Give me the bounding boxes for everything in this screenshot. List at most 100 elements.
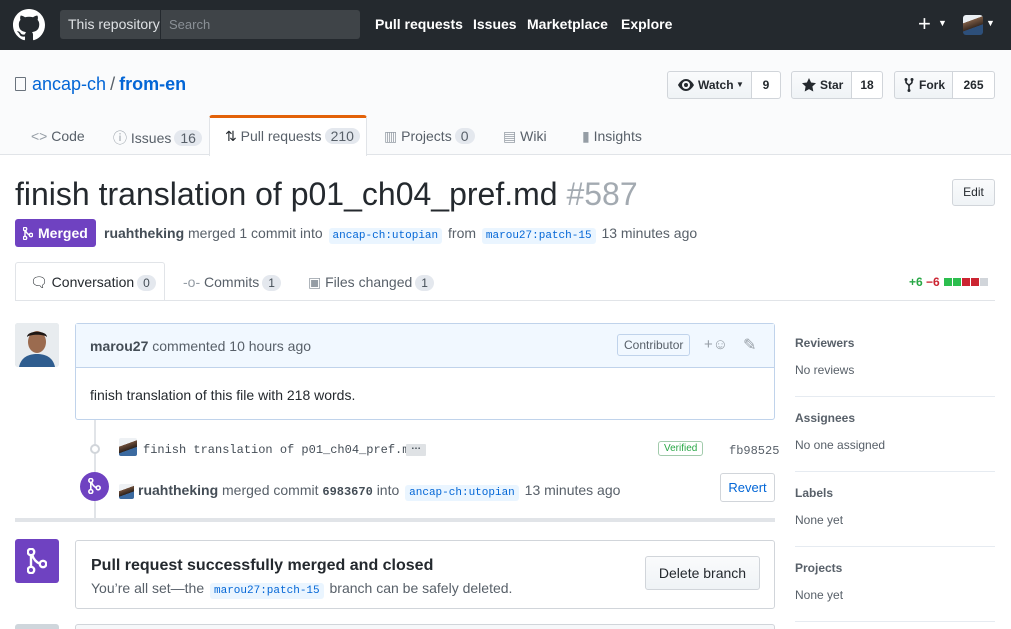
sidebar-heading[interactable]: Labels [795,486,833,500]
diffstat-block [971,278,980,286]
github-logo-icon[interactable] [13,9,45,41]
files-count: 1 [415,275,434,291]
expand-commit-button[interactable]: … [406,442,426,456]
sidebar-projects: Projects None yet [795,547,995,622]
issue-icon: ⓘ [113,130,127,146]
head-branch[interactable]: marou27:patch-15 [481,228,596,244]
nav-issues[interactable]: Issues [473,16,517,32]
merger-link[interactable]: ruahtheking [104,225,184,241]
sidebar-heading[interactable]: Assignees [795,411,855,425]
tab-commits[interactable]: -o- Commits 1 [183,274,281,291]
git-merge-icon [27,548,47,574]
merged-branch[interactable]: marou27:patch-15 [210,583,324,599]
chevron-down-icon[interactable]: ▼ [938,18,947,28]
edit-button[interactable]: Edit [952,179,995,206]
tab-insights[interactable]: ▮ Insights [582,128,642,145]
verified-badge[interactable]: Verified [658,441,704,456]
watch-button[interactable]: Watch ▼ [667,71,752,99]
pull-request-icon: ⇅ [225,128,237,144]
fork-icon [904,78,914,92]
timeline-commit: finish translation of p01_ch04_pref.md …… [90,437,780,461]
tab-conversation-label: Conversation [51,274,135,290]
repo-name-link[interactable]: from-en [119,74,186,94]
merge-actor[interactable]: ruahtheking [138,482,218,498]
comment-author-line: marou27 commented 10 hours ago [90,338,311,354]
comment-author[interactable]: marou27 [90,338,148,354]
nav-pull-requests[interactable]: Pull requests [375,16,463,32]
tab-code[interactable]: <> Code [31,128,85,144]
tab-files-label: Files changed [325,274,413,290]
nav-explore[interactable]: Explore [621,16,672,32]
status-badge: Merged [15,219,96,247]
merge-event-badge [80,472,109,501]
plus-icon[interactable]: + [918,13,931,35]
pr-number: #587 [566,176,638,212]
issues-count: 16 [174,130,202,146]
sidebar-heading[interactable]: Reviewers [795,336,854,350]
avatar[interactable] [15,323,59,367]
avatar-image [15,323,59,367]
commit-sha[interactable]: fb98525 [729,444,779,458]
sidebar-heading[interactable]: Projects [795,561,842,575]
merged-state-icon [15,539,59,583]
repo-separator: / [110,74,116,94]
star-button[interactable]: Star [791,71,852,99]
search-input[interactable] [162,10,360,39]
eye-icon [678,79,694,91]
timeline-line [94,420,96,520]
tab-conversation[interactable]: 🗨 Conversation 0 [30,274,156,291]
project-icon: ▥ [384,128,398,144]
avatar[interactable] [119,484,134,499]
commit-message[interactable]: finish translation of p01_ch04_pref.md [143,443,417,457]
merge-time[interactable]: 13 minutes ago [525,482,621,498]
tab-pull-requests[interactable]: ⇅ Pull requests 210 [225,128,360,145]
add-reaction-icon[interactable]: +☺ [704,336,728,353]
user-avatar[interactable] [963,15,983,35]
git-merge-icon [88,478,101,494]
merge-base-branch[interactable]: ancap-ch:utopian [405,485,519,501]
meta-from: from [448,225,477,241]
sidebar-value: None yet [795,588,844,602]
repo-title: ancap-ch / from-en [32,74,186,95]
search-box: This repository [60,10,360,39]
tab-issues[interactable]: ⓘ Issues 16 [113,128,202,148]
diffstat: +6 −6 [909,275,989,289]
site-header: This repository Pull requests Issues Mar… [0,0,1011,50]
comment-time[interactable]: commented 10 hours ago [152,338,311,354]
status-label: Merged [38,225,88,241]
merge-commit-sha[interactable]: 6983670 [322,485,372,499]
nav-marketplace[interactable]: Marketplace [527,16,608,32]
comment-box: marou27 commented 10 hours ago Contribut… [75,323,775,420]
avatar[interactable] [119,438,137,456]
search-scope-label[interactable]: This repository [60,10,161,39]
revert-button[interactable]: Revert [720,473,775,502]
sidebar-reviewers: Reviewers No reviews [795,322,995,397]
sidebar-value: No reviews [795,363,855,377]
watch-count[interactable]: 9 [752,71,781,99]
sidebar-value: None yet [795,513,844,527]
tab-projects[interactable]: ▥ Projects 0 [384,128,475,145]
fork-count[interactable]: 265 [953,71,995,99]
repo-owner-link[interactable]: ancap-ch [32,74,106,94]
chevron-down-icon[interactable]: ▼ [986,18,995,28]
star-label: Star [820,78,844,92]
commits-count: 1 [262,275,281,291]
meta-time[interactable]: 13 minutes ago [601,225,697,241]
repo-header: ancap-ch / from-en Watch ▼ 9 Star 18 Fork … [0,50,1011,156]
tab-wiki[interactable]: ▤ Wiki [503,128,547,145]
base-branch[interactable]: ancap-ch:utopian [328,228,443,244]
star-count[interactable]: 18 [852,71,883,99]
delete-branch-button[interactable]: Delete branch [645,556,760,590]
tab-files-changed[interactable]: ▣ Files changed 1 [308,274,434,291]
pr-meta: ruahtheking merged 1 commit into ancap-c… [104,225,697,244]
commit-icon [90,444,100,454]
diffstat-block [980,278,989,286]
sidebar-labels: Labels None yet [795,472,995,547]
avatar[interactable] [15,624,59,629]
contributor-badge: Contributor [617,334,691,356]
fork-button[interactable]: Fork [894,71,953,99]
projects-count: 0 [454,128,475,144]
pencil-icon[interactable]: ✎ [743,335,756,355]
merge-event-text: ruahtheking merged commit 6983670 into a… [138,482,621,501]
comment-header: marou27 commented 10 hours ago Contribut… [76,324,774,368]
